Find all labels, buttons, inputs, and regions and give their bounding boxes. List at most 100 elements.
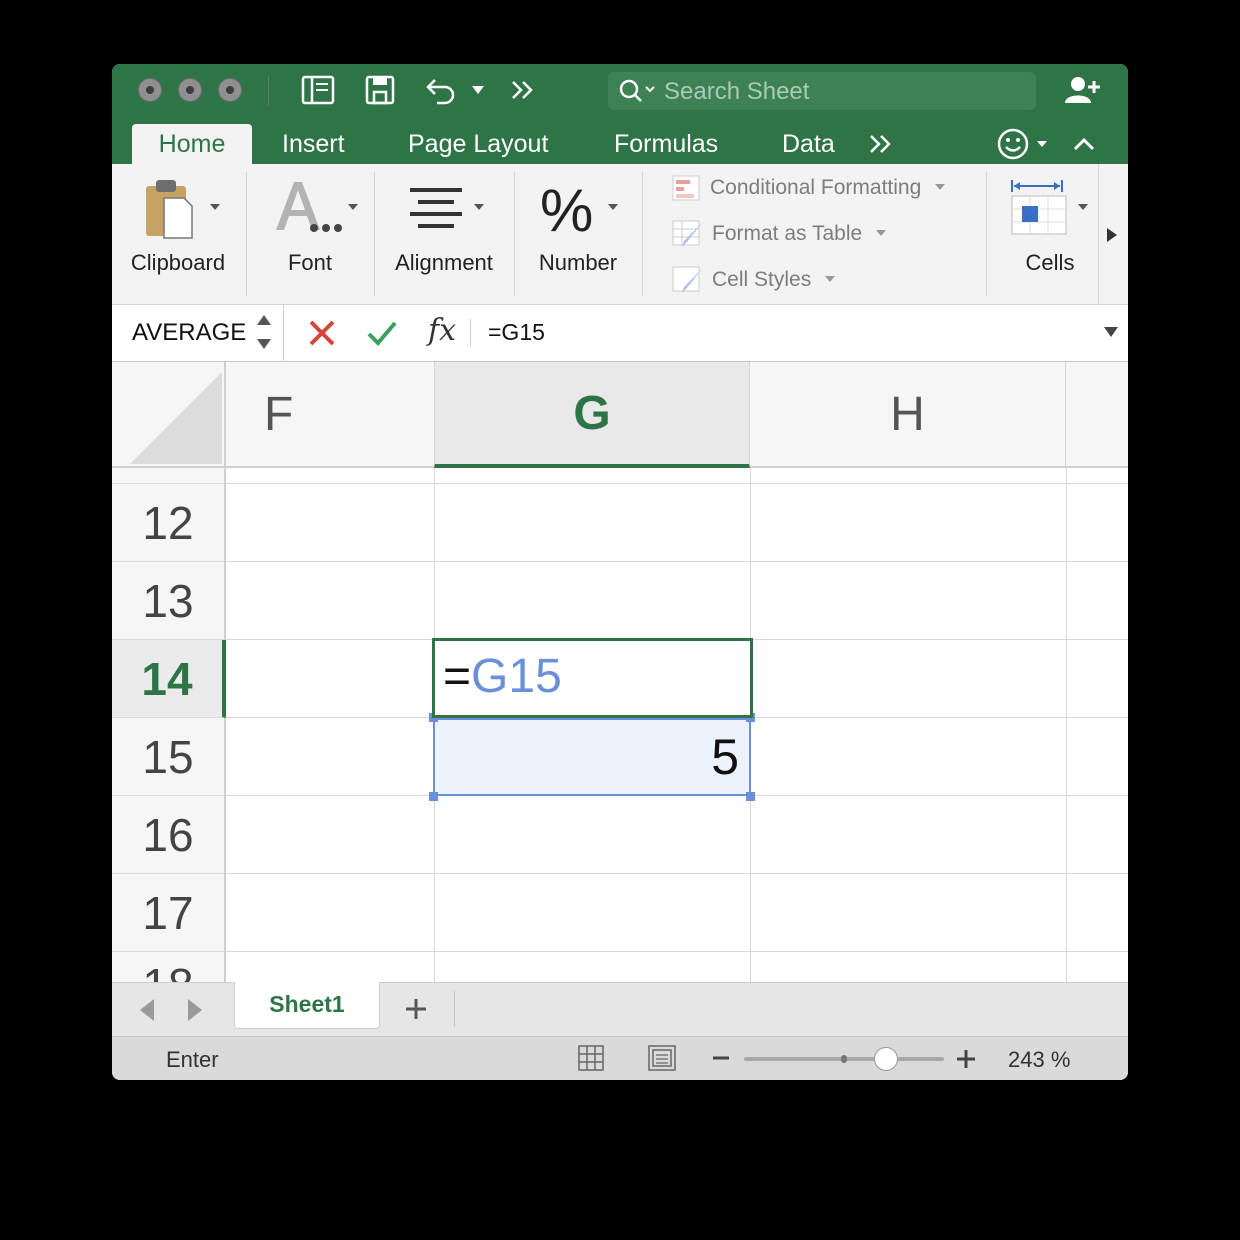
- row-header-partial: [112, 468, 226, 484]
- ribbon-divider: [374, 172, 375, 296]
- ribbon-divider: [514, 172, 515, 296]
- dropdown-arrow-icon: [935, 184, 946, 191]
- zoom-in-icon[interactable]: [956, 1049, 976, 1069]
- cells-group[interactable]: Cells: [994, 164, 1106, 304]
- dropdown-arrow-icon: [876, 230, 887, 237]
- sheet-tab-sheet1[interactable]: Sheet1: [234, 982, 380, 1029]
- alignment-icon: [410, 188, 484, 228]
- name-box[interactable]: AVERAGE: [112, 305, 284, 361]
- zoom-slider-center-tick: [841, 1055, 847, 1063]
- zoom-slider-knob[interactable]: [874, 1047, 898, 1071]
- cell-g15[interactable]: 5: [433, 718, 751, 796]
- tab-divider: [454, 991, 455, 1027]
- sidebar-icon[interactable]: [300, 74, 336, 106]
- tab-page-layout[interactable]: Page Layout: [408, 124, 548, 164]
- ribbon-divider: [246, 172, 247, 296]
- search-sheet-field[interactable]: Search Sheet: [608, 72, 1036, 110]
- reference-handle[interactable]: [746, 792, 755, 801]
- close-button[interactable]: [138, 78, 162, 102]
- font-group[interactable]: Font: [254, 164, 366, 304]
- cell-g14-editor[interactable]: =G15: [443, 653, 562, 701]
- conditional-formatting-label: Conditional Formatting: [710, 176, 922, 199]
- share-user-icon[interactable]: [1064, 74, 1102, 106]
- row-header-18[interactable]: 18: [112, 952, 226, 982]
- select-all-triangle-icon: [130, 372, 222, 464]
- zoom-slider[interactable]: [744, 1047, 944, 1071]
- tab-insert[interactable]: Insert: [282, 124, 345, 164]
- format-as-table-label: Format as Table: [712, 222, 863, 245]
- ribbon-scroll-right[interactable]: [1098, 164, 1128, 304]
- chevron-right-icon: [1107, 228, 1117, 242]
- expand-formula-icon[interactable]: [1104, 327, 1118, 337]
- cells-label: Cells: [1025, 250, 1075, 275]
- collapse-ribbon-icon[interactable]: [1072, 124, 1100, 164]
- status-bar: Enter 243 %: [112, 1036, 1128, 1080]
- smiley-feedback-icon[interactable]: [996, 124, 1050, 164]
- grid-line: [226, 561, 1128, 562]
- cell-styles-button[interactable]: Cell Styles: [672, 264, 837, 296]
- ribbon-divider: [642, 172, 643, 296]
- grid-line: [226, 951, 1128, 952]
- cell-styles-label: Cell Styles: [712, 268, 812, 291]
- column-header-next[interactable]: [1066, 362, 1128, 468]
- row-header-12[interactable]: 12: [112, 484, 226, 562]
- title-bar: Search Sheet Home Insert Page Layout For…: [112, 64, 1128, 164]
- insert-function-fx-button[interactable]: fx: [428, 313, 456, 348]
- search-icon: [619, 79, 655, 102]
- row-header-17[interactable]: 17: [112, 874, 226, 952]
- cancel-x-icon[interactable]: [308, 319, 336, 347]
- more-chevrons-icon[interactable]: [508, 74, 538, 106]
- cell-styles-icon: [672, 266, 702, 294]
- enter-checkmark-icon[interactable]: [366, 319, 398, 347]
- more-tabs-chevrons-icon[interactable]: [868, 124, 898, 164]
- formula-divider: [470, 319, 471, 347]
- alignment-label: Alignment: [395, 250, 493, 275]
- zoom-percent[interactable]: 243 %: [1008, 1047, 1070, 1073]
- number-dropdown-icon: [608, 204, 618, 210]
- undo-icon[interactable]: [422, 74, 458, 106]
- row-header-16[interactable]: 16: [112, 796, 226, 874]
- add-sheet-button[interactable]: [402, 991, 434, 1027]
- grid-line: [226, 483, 1128, 484]
- formula-input[interactable]: =G15: [488, 319, 545, 346]
- sheet-scroll-right-icon[interactable]: [186, 999, 202, 1021]
- grid-line: [226, 873, 1128, 874]
- search-placeholder: Search Sheet: [664, 78, 810, 105]
- zoom-button[interactable]: [218, 78, 242, 102]
- format-as-table-button[interactable]: Format as Table: [672, 218, 888, 250]
- format-as-table-icon: [672, 220, 702, 248]
- page-layout-view-icon[interactable]: [648, 1045, 676, 1071]
- row-header-15[interactable]: 15: [112, 718, 226, 796]
- undo-dropdown-icon[interactable]: [470, 74, 486, 106]
- tab-formulas[interactable]: Formulas: [614, 124, 718, 164]
- column-header-f[interactable]: F: [226, 362, 434, 468]
- cell-g14-equals: =: [443, 650, 472, 703]
- reference-handle[interactable]: [429, 792, 438, 801]
- save-icon[interactable]: [362, 74, 398, 106]
- row-header-14[interactable]: 14: [112, 640, 226, 718]
- normal-view-icon[interactable]: [578, 1045, 604, 1071]
- select-all-corner[interactable]: [112, 362, 226, 468]
- row-header-13[interactable]: 13: [112, 562, 226, 640]
- ribbon-divider: [986, 172, 987, 296]
- alignment-group[interactable]: Alignment: [382, 164, 506, 304]
- number-group[interactable]: % Number: [522, 164, 634, 304]
- minimize-button[interactable]: [178, 78, 202, 102]
- cell-g14-reference: G15: [471, 650, 562, 703]
- worksheet-grid[interactable]: F G H 12 13 14 15 16 17 18 5: [112, 362, 1128, 982]
- conditional-formatting-icon: [672, 175, 700, 201]
- zoom-out-icon[interactable]: [712, 1049, 730, 1067]
- cell-g14-active[interactable]: =G15: [432, 638, 753, 718]
- column-header-h[interactable]: H: [750, 362, 1066, 468]
- percent-icon: %: [540, 177, 594, 244]
- tab-home[interactable]: Home: [132, 124, 252, 164]
- conditional-formatting-button[interactable]: Conditional Formatting: [672, 172, 947, 204]
- clipboard-group[interactable]: Clipboard: [122, 164, 234, 304]
- formula-bar: AVERAGE fx =G15: [112, 305, 1128, 362]
- tab-data[interactable]: Data: [782, 124, 835, 164]
- sheet-scroll-left-icon[interactable]: [140, 999, 156, 1021]
- sheet-tab-bar: Sheet1: [112, 982, 1128, 1037]
- name-box-value: AVERAGE: [132, 319, 247, 346]
- column-header-g[interactable]: G: [434, 362, 750, 468]
- name-box-stepper-icon[interactable]: [256, 313, 272, 351]
